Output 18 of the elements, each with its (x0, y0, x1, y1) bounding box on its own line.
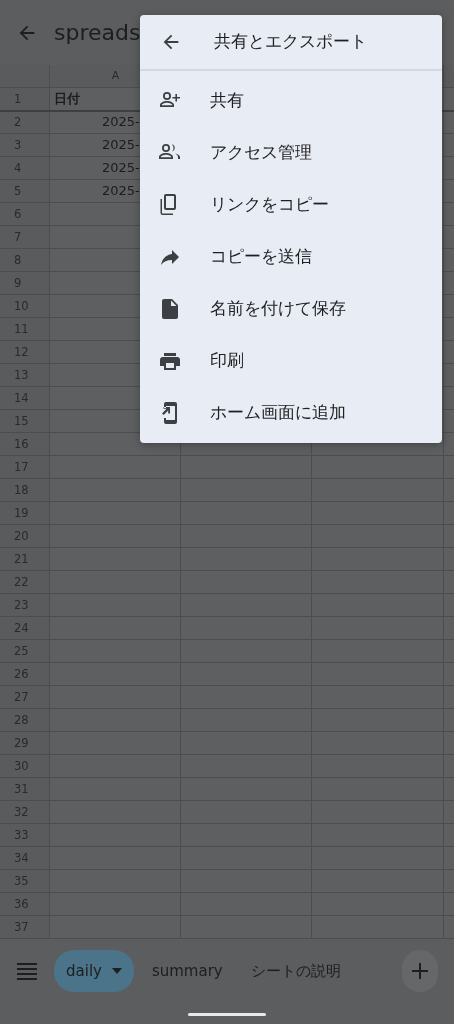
table-cell: 日付 (54, 91, 80, 106)
menu-item[interactable]: 印刷 (140, 335, 442, 387)
menu-item[interactable]: コピーを送信 (140, 231, 442, 283)
table-cell: 2025- (102, 160, 140, 175)
menu-item[interactable]: ホーム画面に追加 (140, 387, 442, 439)
menu-icon[interactable] (16, 960, 38, 982)
add-sheet-button[interactable] (402, 950, 438, 992)
plus-icon (411, 962, 429, 980)
menu-item[interactable]: アクセス管理 (140, 127, 442, 179)
table-cell: 2025- (102, 114, 140, 129)
menu-title: 共有とエクスポート (214, 30, 367, 54)
table-cell: 2025- (102, 137, 140, 152)
menu-item[interactable]: 名前を付けて保存 (140, 283, 442, 335)
table-cell: 2025- (102, 183, 140, 198)
menu-item[interactable]: 共有 (140, 75, 442, 127)
dropdown-caret-icon (111, 968, 122, 975)
document-title: spreads (54, 19, 141, 47)
menu-item[interactable]: リンクをコピー (140, 179, 442, 231)
